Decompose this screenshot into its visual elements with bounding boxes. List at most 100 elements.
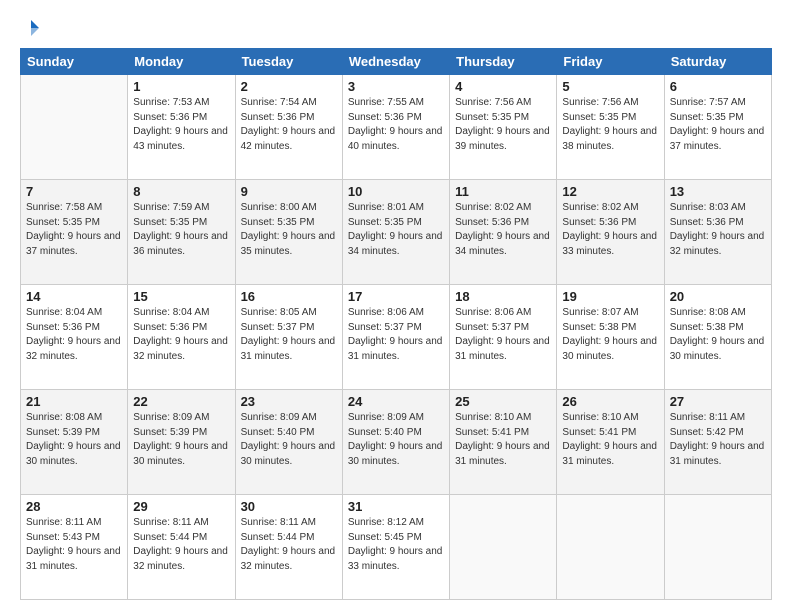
- weekday-header-thursday: Thursday: [450, 49, 557, 75]
- day-info: Sunrise: 8:12 AM Sunset: 5:45 PM Dayligh…: [348, 516, 444, 574]
- calendar-week-row: 28 Sunrise: 8:11 AM Sunset: 5:43 PM Dayli…: [21, 495, 772, 600]
- calendar-day-cell: 31 Sunrise: 8:12 AM Sunset: 5:45 PM Dayli…: [342, 495, 449, 600]
- calendar-day-cell: [450, 495, 557, 600]
- calendar-day-cell: 3 Sunrise: 7:55 AM Sunset: 5:36 PM Daylig…: [342, 75, 449, 180]
- day-info: Sunrise: 7:54 AM Sunset: 5:36 PM Dayligh…: [241, 96, 337, 154]
- weekday-header-saturday: Saturday: [664, 49, 771, 75]
- day-info: Sunrise: 8:02 AM Sunset: 5:36 PM Dayligh…: [455, 201, 551, 259]
- weekday-header-tuesday: Tuesday: [235, 49, 342, 75]
- day-info: Sunrise: 8:04 AM Sunset: 5:36 PM Dayligh…: [26, 306, 122, 364]
- day-number: 11: [455, 184, 551, 199]
- weekday-header-friday: Friday: [557, 49, 664, 75]
- day-number: 1: [133, 79, 229, 94]
- day-number: 7: [26, 184, 122, 199]
- day-number: 31: [348, 499, 444, 514]
- day-info: Sunrise: 7:59 AM Sunset: 5:35 PM Dayligh…: [133, 201, 229, 259]
- calendar-day-cell: 7 Sunrise: 7:58 AM Sunset: 5:35 PM Daylig…: [21, 180, 128, 285]
- day-number: 24: [348, 394, 444, 409]
- day-number: 27: [670, 394, 766, 409]
- calendar-day-cell: 22Sunrise: 8:09 AM Sunset: 5:39 PM Dayli…: [128, 390, 235, 495]
- calendar-day-cell: 16 Sunrise: 8:05 AM Sunset: 5:37 PM Dayli…: [235, 285, 342, 390]
- day-info: Sunrise: 7:56 AM Sunset: 5:35 PM Dayligh…: [562, 96, 658, 154]
- day-number: 20: [670, 289, 766, 304]
- day-info: Sunrise: 8:10 AM Sunset: 5:41 PM Dayligh…: [562, 411, 658, 469]
- day-number: 8: [133, 184, 229, 199]
- calendar-day-cell: 2 Sunrise: 7:54 AM Sunset: 5:36 PM Daylig…: [235, 75, 342, 180]
- day-number: 3: [348, 79, 444, 94]
- day-info: Sunrise: 8:02 AM Sunset: 5:36 PM Dayligh…: [562, 201, 658, 259]
- day-number: 4: [455, 79, 551, 94]
- day-info: Sunrise: 8:09 AM Sunset: 5:40 PM Dayligh…: [241, 411, 337, 469]
- calendar-week-row: 1 Sunrise: 7:53 AM Sunset: 5:36 PM Daylig…: [21, 75, 772, 180]
- calendar-day-cell: 25Sunrise: 8:10 AM Sunset: 5:41 PM Dayli…: [450, 390, 557, 495]
- calendar-day-cell: 28 Sunrise: 8:11 AM Sunset: 5:43 PM Dayli…: [21, 495, 128, 600]
- calendar-day-cell: 5 Sunrise: 7:56 AM Sunset: 5:35 PM Daylig…: [557, 75, 664, 180]
- day-number: 5: [562, 79, 658, 94]
- calendar-day-cell: [21, 75, 128, 180]
- day-number: 2: [241, 79, 337, 94]
- day-number: 21: [26, 394, 122, 409]
- day-number: 28: [26, 499, 122, 514]
- calendar-day-cell: 24 Sunrise: 8:09 AM Sunset: 5:40 PM Dayli…: [342, 390, 449, 495]
- calendar-day-cell: 1 Sunrise: 7:53 AM Sunset: 5:36 PM Daylig…: [128, 75, 235, 180]
- day-number: 30: [241, 499, 337, 514]
- day-info: Sunrise: 8:10 AM Sunset: 5:41 PM Dayligh…: [455, 411, 551, 469]
- calendar-day-cell: [557, 495, 664, 600]
- day-info: Sunrise: 8:11 AM Sunset: 5:43 PM Dayligh…: [26, 516, 122, 574]
- day-info: Sunrise: 8:00 AM Sunset: 5:35 PM Dayligh…: [241, 201, 337, 259]
- day-info: Sunrise: 8:01 AM Sunset: 5:35 PM Dayligh…: [348, 201, 444, 259]
- calendar-day-cell: 10 Sunrise: 8:01 AM Sunset: 5:35 PM Dayli…: [342, 180, 449, 285]
- day-number: 15: [133, 289, 229, 304]
- logo: [20, 18, 42, 38]
- day-info: Sunrise: 8:05 AM Sunset: 5:37 PM Dayligh…: [241, 306, 337, 364]
- day-number: 6: [670, 79, 766, 94]
- calendar-day-cell: 23Sunrise: 8:09 AM Sunset: 5:40 PM Dayli…: [235, 390, 342, 495]
- day-info: Sunrise: 8:08 AM Sunset: 5:38 PM Dayligh…: [670, 306, 766, 364]
- calendar-day-cell: 15 Sunrise: 8:04 AM Sunset: 5:36 PM Dayli…: [128, 285, 235, 390]
- calendar-day-cell: 12Sunrise: 8:02 AM Sunset: 5:36 PM Dayli…: [557, 180, 664, 285]
- weekday-header-wednesday: Wednesday: [342, 49, 449, 75]
- calendar-day-cell: 4 Sunrise: 7:56 AM Sunset: 5:35 PM Daylig…: [450, 75, 557, 180]
- day-info: Sunrise: 8:11 AM Sunset: 5:42 PM Dayligh…: [670, 411, 766, 469]
- day-info: Sunrise: 8:11 AM Sunset: 5:44 PM Dayligh…: [241, 516, 337, 574]
- calendar-day-cell: 30 Sunrise: 8:11 AM Sunset: 5:44 PM Dayli…: [235, 495, 342, 600]
- calendar-day-cell: 11 Sunrise: 8:02 AM Sunset: 5:36 PM Dayli…: [450, 180, 557, 285]
- calendar-day-cell: 14 Sunrise: 8:04 AM Sunset: 5:36 PM Dayli…: [21, 285, 128, 390]
- weekday-header-monday: Monday: [128, 49, 235, 75]
- day-info: Sunrise: 8:06 AM Sunset: 5:37 PM Dayligh…: [348, 306, 444, 364]
- calendar-week-row: 21Sunrise: 8:08 AM Sunset: 5:39 PM Dayli…: [21, 390, 772, 495]
- calendar-day-cell: 20 Sunrise: 8:08 AM Sunset: 5:38 PM Dayli…: [664, 285, 771, 390]
- day-info: Sunrise: 7:57 AM Sunset: 5:35 PM Dayligh…: [670, 96, 766, 154]
- day-info: Sunrise: 7:53 AM Sunset: 5:36 PM Dayligh…: [133, 96, 229, 154]
- day-info: Sunrise: 7:56 AM Sunset: 5:35 PM Dayligh…: [455, 96, 551, 154]
- calendar-day-cell: 27 Sunrise: 8:11 AM Sunset: 5:42 PM Dayli…: [664, 390, 771, 495]
- day-info: Sunrise: 7:55 AM Sunset: 5:36 PM Dayligh…: [348, 96, 444, 154]
- day-info: Sunrise: 8:07 AM Sunset: 5:38 PM Dayligh…: [562, 306, 658, 364]
- weekday-header-row: SundayMondayTuesdayWednesdayThursdayFrid…: [21, 49, 772, 75]
- day-number: 29: [133, 499, 229, 514]
- calendar-day-cell: 21Sunrise: 8:08 AM Sunset: 5:39 PM Dayli…: [21, 390, 128, 495]
- calendar-day-cell: [664, 495, 771, 600]
- calendar-day-cell: 26Sunrise: 8:10 AM Sunset: 5:41 PM Dayli…: [557, 390, 664, 495]
- calendar-table: SundayMondayTuesdayWednesdayThursdayFrid…: [20, 48, 772, 600]
- day-number: 16: [241, 289, 337, 304]
- page: SundayMondayTuesdayWednesdayThursdayFrid…: [0, 0, 792, 612]
- day-number: 10: [348, 184, 444, 199]
- calendar-week-row: 14 Sunrise: 8:04 AM Sunset: 5:36 PM Dayli…: [21, 285, 772, 390]
- calendar-day-cell: 9 Sunrise: 8:00 AM Sunset: 5:35 PM Daylig…: [235, 180, 342, 285]
- calendar-day-cell: 18Sunrise: 8:06 AM Sunset: 5:37 PM Dayli…: [450, 285, 557, 390]
- day-number: 13: [670, 184, 766, 199]
- day-number: 19: [562, 289, 658, 304]
- calendar-week-row: 7 Sunrise: 7:58 AM Sunset: 5:35 PM Daylig…: [21, 180, 772, 285]
- day-info: Sunrise: 7:58 AM Sunset: 5:35 PM Dayligh…: [26, 201, 122, 259]
- calendar-day-cell: 19 Sunrise: 8:07 AM Sunset: 5:38 PM Dayli…: [557, 285, 664, 390]
- day-number: 9: [241, 184, 337, 199]
- header: [20, 18, 772, 38]
- day-info: Sunrise: 8:04 AM Sunset: 5:36 PM Dayligh…: [133, 306, 229, 364]
- day-info: Sunrise: 8:09 AM Sunset: 5:40 PM Dayligh…: [348, 411, 444, 469]
- calendar-day-cell: 29Sunrise: 8:11 AM Sunset: 5:44 PM Dayli…: [128, 495, 235, 600]
- day-number: 17: [348, 289, 444, 304]
- day-number: 14: [26, 289, 122, 304]
- calendar-day-cell: 17 Sunrise: 8:06 AM Sunset: 5:37 PM Dayli…: [342, 285, 449, 390]
- logo-flag-icon: [21, 18, 41, 38]
